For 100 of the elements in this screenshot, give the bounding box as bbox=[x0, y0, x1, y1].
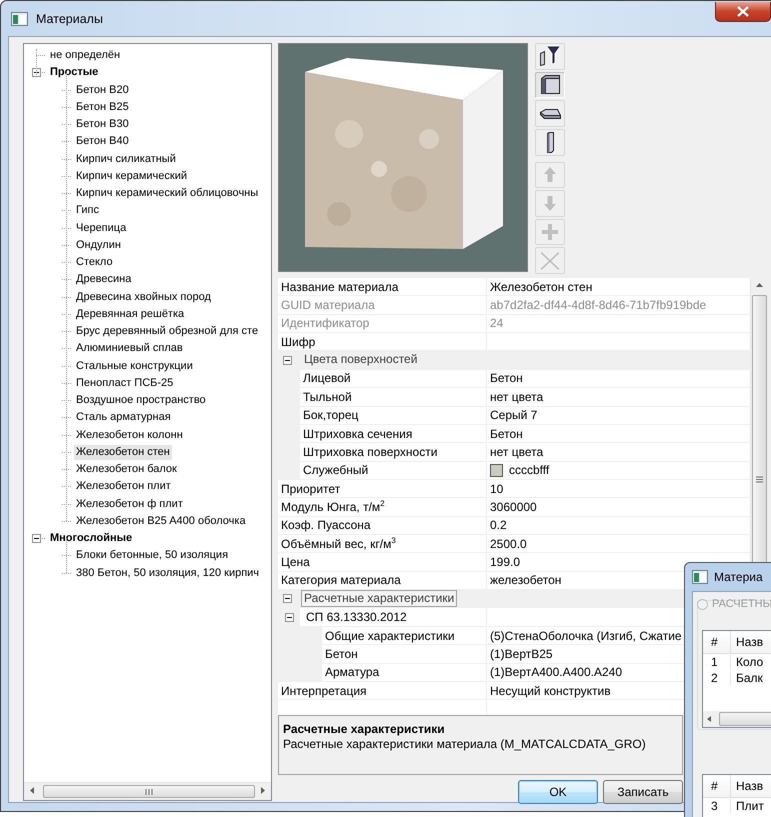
property-value[interactable]: 0.2 bbox=[490, 518, 507, 532]
tree-item[interactable]: Железобетон B25 A400 оболочка bbox=[74, 514, 248, 529]
property-name: Категория материала bbox=[280, 573, 401, 588]
column-header[interactable]: Назв bbox=[731, 775, 764, 797]
window-title: Материалы bbox=[36, 12, 103, 26]
property-name: Штриховка сечения bbox=[302, 426, 412, 441]
scrollbar-thumb[interactable] bbox=[43, 785, 255, 798]
app-icon bbox=[692, 570, 708, 584]
toolbar-button[interactable] bbox=[535, 72, 565, 98]
box-icon bbox=[540, 75, 560, 94]
delete-icon bbox=[541, 252, 559, 270]
property-value[interactable]: 3060000 bbox=[490, 500, 537, 514]
expander-icon[interactable] bbox=[283, 356, 292, 365]
tree-item[interactable]: Черепица bbox=[74, 220, 128, 236]
tree-item[interactable]: Брус деревянный обрезной для сте bbox=[74, 324, 260, 340]
property-value[interactable]: нет цвета bbox=[490, 390, 544, 404]
table-cell: 3 bbox=[703, 799, 731, 813]
toolbar-button[interactable] bbox=[535, 100, 565, 127]
tree-item[interactable]: не определён bbox=[48, 48, 122, 64]
property-value[interactable]: железобетон bbox=[490, 573, 562, 588]
toolbar-button[interactable] bbox=[535, 43, 565, 70]
tree-item[interactable]: Бетон B20 bbox=[74, 82, 131, 98]
dialog-button[interactable]: Записать bbox=[603, 780, 683, 804]
property-value[interactable]: нет цвета bbox=[490, 444, 544, 459]
property-name: Служебный bbox=[302, 463, 368, 478]
property-value[interactable]: Несущий конструктив bbox=[490, 684, 611, 698]
close-button[interactable] bbox=[715, 2, 771, 22]
tree-item[interactable]: Бетон B40 bbox=[74, 134, 131, 150]
property-value[interactable]: (1)ВертB25 bbox=[490, 646, 553, 661]
tree-item[interactable]: Деревянная решётка bbox=[74, 306, 186, 322]
property-value[interactable]: 10 bbox=[490, 482, 504, 496]
scrollbar-thumb[interactable] bbox=[719, 712, 771, 726]
tree-item[interactable]: 380 Бетон, 50 изоляция, 120 кирпич bbox=[74, 566, 262, 581]
property-name: Модуль Юнга, т/м$^{2}$ bbox=[280, 500, 385, 514]
window-title: Материа bbox=[714, 570, 763, 584]
property-name: Шифр bbox=[280, 334, 316, 349]
property-name: Коэф. Пуассона bbox=[280, 518, 371, 532]
property-value[interactable]: Бетон bbox=[490, 426, 523, 441]
expander-icon[interactable] bbox=[32, 534, 41, 544]
tree-item[interactable]: Древесина хвойных пород bbox=[74, 290, 213, 305]
tree-item[interactable]: Бетон B25 bbox=[74, 100, 131, 115]
plus-icon bbox=[542, 224, 558, 240]
property-value[interactable]: Бетон bbox=[490, 371, 523, 386]
property-name: GUID материала bbox=[280, 298, 375, 312]
tree-item[interactable]: Кирпич керамический bbox=[74, 168, 190, 184]
property-value[interactable]: Серый 7 bbox=[490, 408, 538, 422]
category-header[interactable]: СП 63.13330.2012 bbox=[303, 609, 410, 626]
property-name: Интерпретация bbox=[280, 684, 367, 698]
table-cell-text: Плит bbox=[735, 799, 764, 813]
dialog-button[interactable]: OK bbox=[518, 780, 598, 804]
slab-icon bbox=[540, 108, 560, 119]
expander-icon[interactable] bbox=[283, 594, 292, 604]
column-header[interactable]: Назв bbox=[731, 631, 764, 653]
column-header[interactable]: # bbox=[703, 631, 731, 653]
app-icon bbox=[11, 12, 28, 26]
property-name: Приоритет bbox=[280, 482, 340, 496]
column-header[interactable]: # bbox=[703, 775, 731, 797]
tree-item[interactable]: Гипс bbox=[74, 203, 101, 218]
property-name: Лицевой bbox=[302, 371, 351, 386]
property-value[interactable]: (5)СтенаОболочка (Изгиб, Сжатие bbox=[490, 628, 682, 642]
tree-item[interactable]: Алюминиевый сплав bbox=[74, 341, 185, 356]
tree-item[interactable]: Кирпич силикатный bbox=[74, 152, 178, 167]
down-arrow-icon bbox=[544, 196, 556, 211]
tree-item[interactable]: Ондулин bbox=[74, 238, 123, 253]
expander-icon[interactable] bbox=[32, 68, 41, 78]
up-arrow-icon bbox=[544, 167, 556, 182]
property-name: Тыльной bbox=[302, 390, 352, 404]
category-header[interactable]: Расчетные характеристики bbox=[301, 590, 458, 608]
tree-item[interactable]: Кирпич керамический облицовочны bbox=[74, 186, 260, 202]
close-icon bbox=[736, 6, 750, 17]
property-value[interactable]: 2500.0 bbox=[490, 536, 527, 551]
tree-item[interactable]: Древесина bbox=[74, 272, 134, 288]
property-value[interactable]: (1)ВертA400.A400.A240 bbox=[490, 665, 622, 680]
tree-item[interactable]: Железобетон стен bbox=[74, 444, 172, 460]
tree-item[interactable]: Железобетон ф плит bbox=[74, 496, 185, 512]
description-title: Расчетные характеристики bbox=[283, 722, 446, 736]
tree-item[interactable]: Стекло bbox=[74, 255, 115, 270]
tree-item[interactable]: Блоки бетонные, 50 изоляция bbox=[74, 548, 230, 564]
table-cell-text: Балк bbox=[735, 671, 763, 685]
tree-item[interactable]: Сталь арматурная bbox=[74, 410, 173, 426]
tree-group[interactable]: Простые bbox=[48, 65, 100, 80]
filter-icon bbox=[540, 46, 560, 66]
tree-item[interactable]: Пенопласт ПСБ-25 bbox=[74, 376, 176, 391]
property-value[interactable]: Железобетон стен bbox=[490, 280, 592, 294]
property-name: Штриховка поверхности bbox=[302, 444, 438, 459]
tree-item[interactable]: Бетон B30 bbox=[74, 117, 131, 132]
tree-item[interactable]: Воздушное пространство bbox=[74, 393, 208, 408]
table-cell: 1 bbox=[703, 655, 731, 669]
tree-item[interactable]: Железобетон колонн bbox=[74, 428, 185, 443]
description-text: Расчетные характеристики материала (M_MATCALCDATA_GRO) bbox=[283, 737, 647, 751]
tree-item[interactable]: Стальные конструкции bbox=[74, 358, 195, 374]
tree-group[interactable]: Многослойные bbox=[48, 531, 134, 546]
table-cell: 2 bbox=[703, 671, 731, 685]
table-cell-text: Коло bbox=[735, 655, 764, 669]
tree-item[interactable]: Железобетон плит bbox=[74, 479, 173, 494]
property-value[interactable]: ccccbfff bbox=[509, 463, 550, 478]
tree-item[interactable]: Железобетон балок bbox=[74, 462, 179, 478]
property-value[interactable]: 199.0 bbox=[490, 555, 520, 570]
toolbar-button[interactable] bbox=[535, 128, 565, 156]
property-name: Бетон bbox=[324, 646, 358, 661]
